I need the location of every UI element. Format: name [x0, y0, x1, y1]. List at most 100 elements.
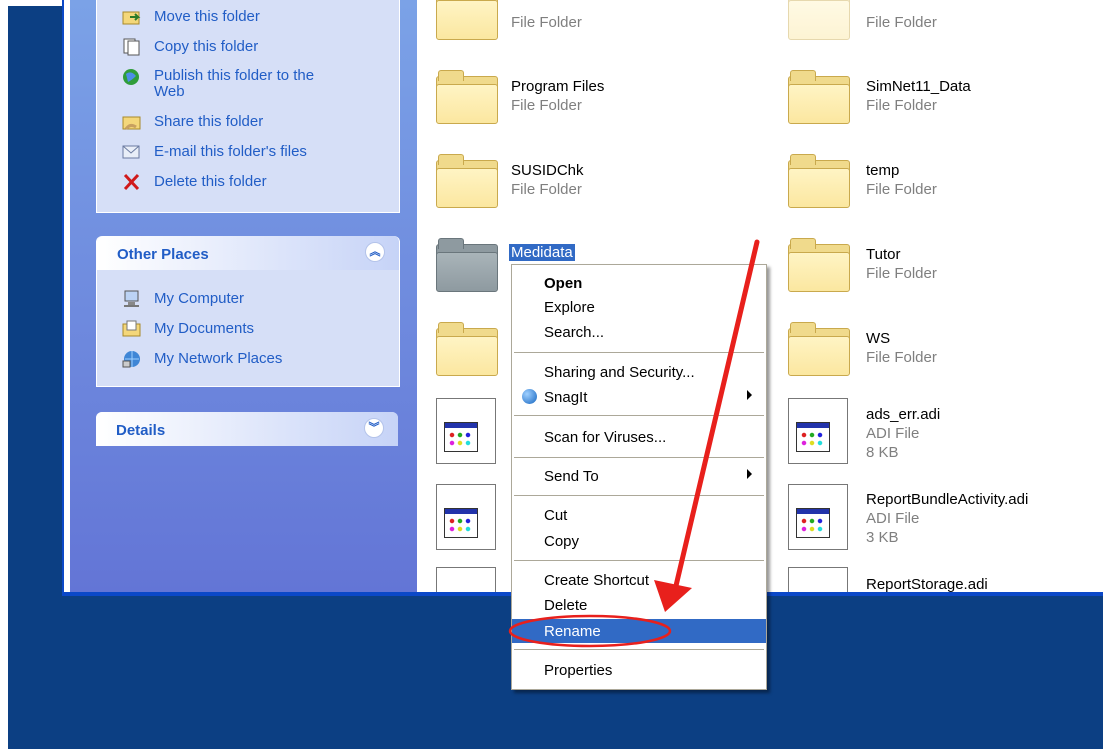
menu-item-copy[interactable]: Copy	[512, 529, 766, 553]
file-size: 3 KB	[866, 529, 899, 546]
menu-label: Create Shortcut	[544, 572, 650, 589]
menu-separator	[514, 352, 764, 353]
file-name[interactable]: ReportStorage.adi	[866, 576, 988, 593]
menu-item-snagit[interactable]: SnagIt	[512, 385, 766, 409]
menu-item-explore[interactable]: Explore	[512, 295, 766, 319]
menu-label: Rename	[544, 623, 601, 640]
menu-separator	[514, 415, 764, 416]
my-computer-icon	[122, 290, 142, 308]
other-places-header[interactable]: Other Places ︽	[97, 236, 399, 270]
menu-separator	[514, 495, 764, 496]
file-name[interactable]: SimNet11_Data	[866, 78, 971, 95]
folder-icon[interactable]	[788, 322, 850, 376]
folder-icon[interactable]	[436, 154, 498, 208]
delete-x-icon	[122, 173, 142, 191]
file-type: File Folder	[511, 181, 582, 198]
submenu-arrow-icon	[747, 469, 752, 479]
file-name[interactable]: SUSIDChk	[511, 162, 584, 179]
publish-link-line2: Web	[154, 83, 185, 100]
adi-file-icon[interactable]	[788, 398, 848, 464]
menu-label: Search...	[544, 324, 605, 341]
copy-this-folder-link[interactable]: Copy this folder	[154, 38, 258, 55]
publish-web-icon	[122, 68, 142, 86]
file-type: File Folder	[866, 349, 937, 366]
publish-link-line1: Publish this folder to the	[154, 67, 315, 84]
other-places-my-network-places[interactable]: My Network Places	[154, 350, 282, 367]
menu-label: Properties	[544, 662, 613, 679]
my-documents-icon	[122, 320, 142, 338]
medidata-name: Medidata	[509, 244, 575, 261]
file-type: File Folder	[866, 265, 937, 282]
menu-separator	[514, 649, 764, 650]
file-name[interactable]: WS	[866, 330, 890, 347]
file-name[interactable]: ads_err.adi	[866, 406, 940, 423]
menu-label: Scan for Viruses...	[544, 429, 667, 446]
delete-this-folder-link[interactable]: Delete this folder	[154, 173, 267, 190]
file-type: File Folder	[866, 97, 937, 114]
menu-item-open[interactable]: Open	[512, 271, 766, 295]
other-places-my-computer[interactable]: My Computer	[154, 290, 244, 307]
adi-file-icon[interactable]	[436, 484, 496, 550]
menu-label: Delete	[544, 597, 588, 614]
menu-item-search[interactable]: Search...	[512, 320, 766, 344]
file-type: File Folder	[866, 14, 937, 31]
folder-icon[interactable]	[788, 70, 850, 124]
menu-item-create-shortcut[interactable]: Create Shortcut	[512, 568, 766, 592]
adi-file-icon[interactable]	[436, 567, 496, 592]
menu-item-scan-viruses[interactable]: Scan for Viruses...	[512, 425, 766, 449]
folder-icon[interactable]	[788, 154, 850, 208]
other-places-title: Other Places	[117, 246, 209, 263]
file-type: File Folder	[511, 14, 582, 31]
expand-chevron-icon[interactable]: ︾	[364, 418, 384, 438]
menu-item-send-to[interactable]: Send To	[512, 464, 766, 488]
copy-folder-icon	[122, 38, 142, 56]
file-type: File Folder	[866, 181, 937, 198]
menu-label: Copy	[544, 533, 580, 550]
menu-item-rename[interactable]: Rename	[512, 619, 766, 643]
move-folder-icon	[122, 8, 142, 26]
menu-label: Explore	[544, 299, 595, 316]
file-name[interactable]: Program Files	[511, 78, 604, 95]
context-menu: Open Explore Search... Sharing and Secur…	[511, 264, 767, 690]
selected-file-name[interactable]: Medidata	[509, 244, 575, 261]
file-size: 8 KB	[866, 444, 899, 461]
folder-icon[interactable]	[436, 0, 498, 40]
file-name[interactable]: temp	[866, 162, 899, 179]
other-places-my-documents[interactable]: My Documents	[154, 320, 254, 337]
folder-icon[interactable]	[788, 0, 850, 40]
menu-label: Cut	[544, 507, 568, 524]
publish-folder-web-link[interactable]: Publish this folder to the Web	[154, 68, 314, 100]
file-type: ADI File	[866, 510, 920, 527]
menu-item-cut[interactable]: Cut	[512, 503, 766, 527]
menu-label: Sharing and Security...	[544, 364, 695, 381]
folder-icon[interactable]	[436, 70, 498, 124]
collapse-chevron-icon[interactable]: ︽	[365, 242, 385, 262]
menu-label: Send To	[544, 468, 599, 485]
details-header[interactable]: Details ︾	[96, 412, 398, 446]
folder-icon[interactable]	[788, 238, 850, 292]
screen-margin-left	[0, 0, 8, 749]
file-name[interactable]: ReportBundleActivity.adi	[866, 491, 1028, 508]
selected-folder-icon[interactable]	[436, 238, 498, 292]
menu-label: Open	[544, 275, 583, 292]
email-folder-files-link[interactable]: E-mail this folder's files	[154, 143, 307, 160]
menu-item-delete[interactable]: Delete	[512, 593, 766, 617]
menu-separator	[514, 457, 764, 458]
share-this-folder-link[interactable]: Share this folder	[154, 113, 263, 130]
details-box: Details ︾	[96, 412, 398, 446]
adi-file-icon[interactable]	[788, 567, 848, 592]
share-folder-icon	[122, 113, 142, 131]
details-title: Details	[116, 422, 166, 439]
menu-item-properties[interactable]: Properties	[512, 658, 766, 682]
file-type: ADI File	[866, 425, 920, 442]
file-type: File Folder	[511, 97, 582, 114]
adi-file-icon[interactable]	[436, 398, 496, 464]
desktop: Move this folder Copy this folder Publis…	[0, 0, 1103, 749]
menu-item-sharing-security[interactable]: Sharing and Security...	[512, 360, 766, 384]
adi-file-icon[interactable]	[788, 484, 848, 550]
folder-icon[interactable]	[436, 322, 498, 376]
my-network-places-icon	[122, 350, 142, 368]
file-name[interactable]: Tutor	[866, 246, 900, 263]
submenu-arrow-icon	[747, 390, 752, 400]
move-this-folder-link[interactable]: Move this folder	[154, 8, 260, 25]
